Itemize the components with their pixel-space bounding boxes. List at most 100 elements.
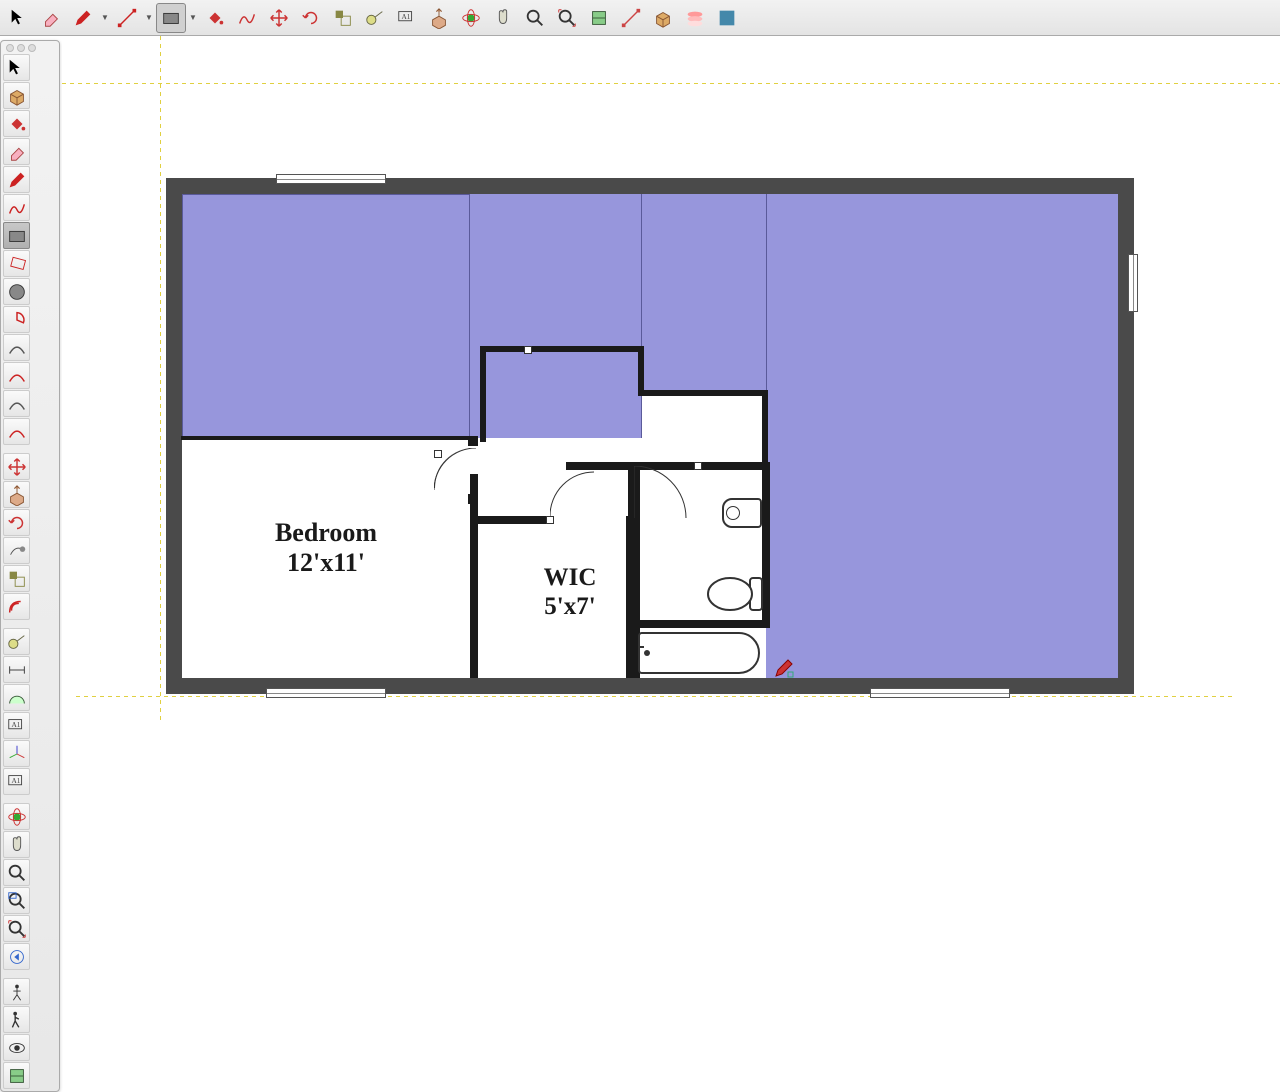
wall-hall-3 xyxy=(474,516,554,524)
preferences-icon[interactable] xyxy=(712,3,742,33)
door-arc-bedroom xyxy=(434,448,479,496)
window-bottom-1 xyxy=(266,688,386,698)
section-plane-icon[interactable] xyxy=(584,3,614,33)
line-icon[interactable] xyxy=(112,3,142,33)
zoom2-icon[interactable] xyxy=(3,859,30,886)
tape-icon[interactable] xyxy=(3,628,30,655)
svg-text:A1: A1 xyxy=(11,719,20,728)
svg-text:A1: A1 xyxy=(11,775,20,784)
wall-segment-3 xyxy=(480,346,486,442)
outliner-icon[interactable] xyxy=(616,3,646,33)
rectangle-icon[interactable] xyxy=(156,3,186,33)
push-pull-icon[interactable] xyxy=(424,3,454,33)
dim-icon[interactable] xyxy=(3,656,30,683)
dropdown-arrow-icon[interactable]: ▼ xyxy=(144,13,154,22)
jamb-6 xyxy=(524,346,532,354)
fill-region-3b xyxy=(642,194,768,394)
protractor-icon[interactable] xyxy=(3,684,30,711)
wall-segment-4 xyxy=(638,346,644,394)
position-camera-icon[interactable] xyxy=(3,978,30,1005)
component-icon[interactable] xyxy=(648,3,678,33)
door-arc-bath xyxy=(634,466,690,522)
toolbar-divider xyxy=(3,446,57,452)
sink-drain xyxy=(726,506,740,520)
fill-region-1 xyxy=(182,194,470,438)
jamb-5 xyxy=(694,462,702,470)
tub-drain xyxy=(644,650,650,656)
wall-segment-5 xyxy=(638,390,766,396)
axes-icon[interactable] xyxy=(3,740,30,767)
floor-plan: Bedroom 12'x11' WIC 5'x7' xyxy=(166,178,1134,694)
tub-faucet xyxy=(640,646,644,648)
pencil-icon[interactable] xyxy=(3,166,30,193)
zoom-extents-icon[interactable] xyxy=(552,3,582,33)
door-arc-wic xyxy=(550,470,598,518)
freehand-icon[interactable] xyxy=(232,3,262,33)
zoomwin-icon[interactable] xyxy=(3,887,30,914)
rect-icon[interactable] xyxy=(3,222,30,249)
prev-icon[interactable] xyxy=(3,943,30,970)
wall-hall-1 xyxy=(566,462,634,470)
look-around-icon[interactable] xyxy=(3,1034,30,1061)
section-icon[interactable] xyxy=(3,1062,30,1089)
bedroom-label: Bedroom 12'x11' xyxy=(246,518,406,578)
arc3-icon[interactable] xyxy=(3,390,30,417)
eraser2-icon[interactable] xyxy=(3,138,30,165)
circle-icon[interactable] xyxy=(3,278,30,305)
pushpull2-icon[interactable] xyxy=(3,481,30,508)
dropdown-arrow-icon[interactable]: ▼ xyxy=(188,13,198,22)
left-toolbar: A1 A1 xyxy=(0,40,60,1092)
dropdown-arrow-icon[interactable]: ▼ xyxy=(100,13,110,22)
orbit2-icon[interactable] xyxy=(3,803,30,830)
layers-icon[interactable] xyxy=(680,3,710,33)
offset-icon[interactable] xyxy=(3,593,30,620)
arc1-icon[interactable] xyxy=(3,334,30,361)
select-arrow-icon[interactable] xyxy=(4,3,34,33)
top-toolbar: ▼ ▼ ▼ A1 xyxy=(0,0,1280,36)
select-icon[interactable] xyxy=(3,54,30,81)
paint-icon[interactable] xyxy=(3,110,30,137)
scale-icon[interactable] xyxy=(328,3,358,33)
pan-icon[interactable] xyxy=(488,3,518,33)
walk-icon[interactable] xyxy=(3,1006,30,1033)
text2-icon[interactable]: A1 xyxy=(3,712,30,739)
svg-text:A1: A1 xyxy=(402,11,411,20)
guide-horizontal-2 xyxy=(76,696,1236,697)
move-icon[interactable] xyxy=(264,3,294,33)
fill-region-2 xyxy=(470,194,642,438)
orbit-icon[interactable] xyxy=(456,3,486,33)
bedroom-name: Bedroom xyxy=(246,518,406,548)
move2-icon[interactable] xyxy=(3,453,30,480)
freehand2-icon[interactable] xyxy=(3,194,30,221)
divider-line xyxy=(766,194,767,394)
tape-measure-icon[interactable] xyxy=(360,3,390,33)
window-bottom-2 xyxy=(870,688,1010,698)
zoom-icon[interactable] xyxy=(520,3,550,33)
pie-icon[interactable] xyxy=(3,306,30,333)
jamb-1 xyxy=(468,436,478,446)
window-top xyxy=(276,174,386,184)
wic-dim: 5'x7' xyxy=(520,593,620,622)
bedroom-dim: 12'x11' xyxy=(246,548,406,578)
followme-icon[interactable] xyxy=(3,537,30,564)
component-box-icon[interactable] xyxy=(3,82,30,109)
3dtext-icon[interactable]: A1 xyxy=(3,768,30,795)
guide-horizontal xyxy=(62,83,1280,84)
pencil-red-icon[interactable] xyxy=(68,3,98,33)
wic-name: WIC xyxy=(520,564,620,593)
arc2-icon[interactable] xyxy=(3,362,30,389)
rotate2-icon[interactable] xyxy=(3,509,30,536)
zoomext-icon[interactable] xyxy=(3,915,30,942)
scale2-icon[interactable] xyxy=(3,565,30,592)
rot-rect-icon[interactable] xyxy=(3,250,30,277)
arc4-icon[interactable] xyxy=(3,418,30,445)
toolbar-divider xyxy=(3,971,57,977)
paint-bucket-icon[interactable] xyxy=(200,3,230,33)
eraser-icon[interactable] xyxy=(36,3,66,33)
toolbar-divider xyxy=(3,796,57,802)
pan2-icon[interactable] xyxy=(3,831,30,858)
drawing-canvas[interactable]: Bedroom 12'x11' WIC 5'x7' xyxy=(62,36,1280,720)
toilet-fixture xyxy=(706,572,764,616)
rotate-icon[interactable] xyxy=(296,3,326,33)
text-icon[interactable]: A1 xyxy=(392,3,422,33)
